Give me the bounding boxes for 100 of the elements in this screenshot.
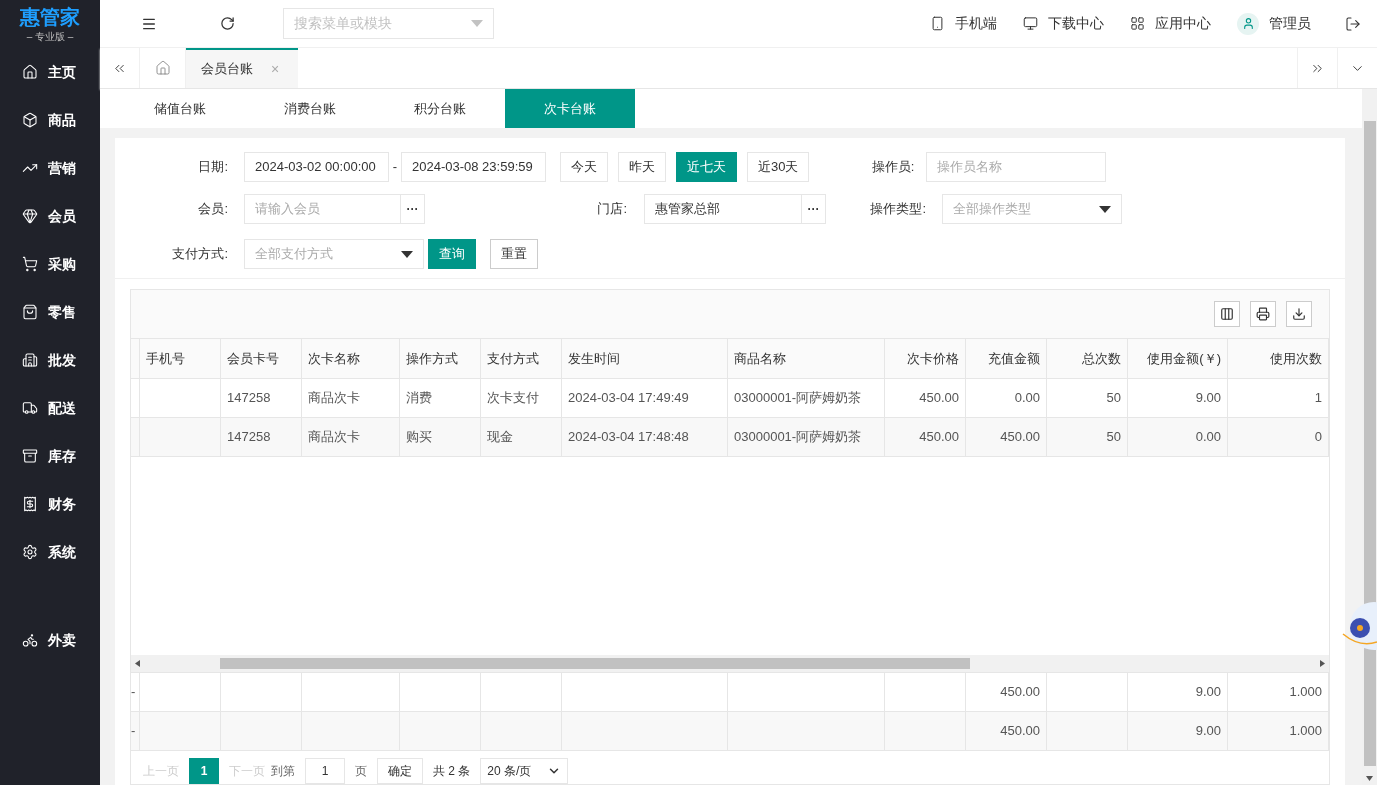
table-cell: 商品次卡 [302,379,400,417]
table-cell: 购买 [400,418,481,456]
more-button[interactable]: ··· [801,195,825,223]
sidebar-item[interactable]: 配送 [0,384,100,432]
sidebar-item[interactable]: 批发 [0,336,100,384]
table-cell: 147258 [221,379,302,417]
sidebar-item[interactable]: 营销 [0,144,100,192]
page-unit-label: 页 [355,763,367,780]
member-field[interactable]: 请输入会员 ··· [244,194,425,224]
grid-icon [1130,16,1145,31]
sub-tab[interactable]: 消费台账 [245,89,375,128]
confirm-button[interactable]: 确定 [377,758,423,784]
page-size-select[interactable]: 20 条/页 [480,758,569,784]
page-input[interactable]: 1 [305,758,345,784]
table-cell: 0.00 [966,379,1047,417]
column-header: 次卡价格 [885,339,966,378]
user-icon [1237,12,1259,35]
range-separator: - [391,158,399,177]
table-cell: 次卡支付 [481,379,562,417]
quick-range-button[interactable]: 近30天 [747,152,810,182]
quick-range-button[interactable]: 近七天 [676,152,737,182]
monitor-icon [1023,16,1038,31]
table-cell: - [131,712,140,750]
table-cell: 03000001-阿萨姆奶茶 [728,418,885,456]
header-link[interactable]: 手机端 [930,13,997,34]
start-date-field[interactable]: 2024-03-02 00:00:00 [244,152,389,182]
field-label: 会员: [197,200,228,219]
column-header: 商品名称 [728,339,885,378]
gem-icon [22,208,38,224]
bike-icon [22,632,38,648]
column-header: 会员卡号 [221,339,302,378]
table-cell: 03000001-阿萨姆奶茶 [728,379,885,417]
column-header: 支付方式 [481,339,562,378]
print-icon [1256,307,1270,321]
home-icon [22,64,38,80]
archive-icon [22,448,38,464]
toolbar-button[interactable] [1214,301,1240,327]
field-label: 操作员: [870,158,915,177]
sidebar-item[interactable]: 采购 [0,240,100,288]
refresh-icon[interactable] [220,16,235,31]
column-header: 次卡名称 [302,339,400,378]
settings-icon [22,544,38,560]
sidebar-item[interactable]: 主页 [0,48,100,96]
table-cell: 消费 [400,379,481,417]
more-button[interactable]: ··· [400,195,424,223]
search-button[interactable]: 查询 [428,239,476,269]
building-icon [22,352,38,368]
header-link[interactable]: 管理员 [1237,12,1311,35]
table-cell: 9.00 [1128,379,1228,417]
scroll-down-arrow-icon[interactable] [1366,776,1373,781]
page-tab[interactable]: 会员台账 × [186,48,298,88]
sidebar-item[interactable]: 财务 [0,480,100,528]
logo: 惠管家 [20,6,80,27]
header-link[interactable]: 下载中心 [1023,13,1104,34]
table-cell: 现金 [481,418,562,456]
table-cell: 1 [1228,379,1329,417]
field-label: 日期: [197,158,228,177]
table-cell: 2024-03-04 17:48:48 [562,418,728,456]
sidebar-item[interactable]: 系统 [0,528,100,576]
end-date-field[interactable]: 2024-03-08 23:59:59 [401,152,546,182]
phone-icon [930,16,945,31]
table-cell: 450.00 [966,712,1047,750]
sidebar-item[interactable]: 商品 [0,96,100,144]
reset-button[interactable]: 重置 [490,239,538,269]
table-cell: 450.00 [885,418,966,456]
column-header: 手机号 [140,339,221,378]
field-label: 支付方式: [171,245,228,264]
sidebar-item[interactable]: 会员 [0,192,100,240]
edition-label: – 专业版 – [26,31,74,42]
column-header: 使用次数 [1228,339,1329,378]
horizontal-scrollbar[interactable] [131,655,1329,672]
page-number[interactable]: 1 [189,758,219,784]
column-header: 操作方式 [400,339,481,378]
sub-tab[interactable]: 积分台账 [375,89,505,128]
truck-icon [22,400,38,416]
store-field[interactable]: 惠管家总部 ··· [644,194,826,224]
table-cell: 商品次卡 [302,418,400,456]
toolbar-button[interactable] [1286,301,1312,327]
sidebar-item[interactable]: 外卖 [0,616,100,664]
receipt-icon [22,496,38,512]
table-cell: 450.00 [885,379,966,417]
scroll-right-arrow-icon[interactable] [1320,660,1325,667]
header-link[interactable]: 应用中心 [1130,13,1211,34]
quick-range-button[interactable]: 昨天 [618,152,666,182]
table-cell: 50 [1047,379,1128,417]
sidebar-item[interactable]: 库存 [0,432,100,480]
logout-icon[interactable] [1345,15,1361,32]
cart-icon [22,256,38,272]
field-label: 操作类型: [869,200,926,219]
table-cell: 9.00 [1128,712,1228,750]
sidebar-item[interactable]: 零售 [0,288,100,336]
sub-tab[interactable]: 储值台账 [115,89,245,128]
column-header: 发生时间 [562,339,728,378]
toolbar-button[interactable] [1250,301,1276,327]
sub-tab[interactable]: 次卡台账 [505,89,635,128]
table-cell: 450.00 [966,418,1047,456]
goto-label: 到第 [271,763,295,780]
table-cell: 2024-03-04 17:49:49 [562,379,728,417]
quick-range-button[interactable]: 今天 [560,152,608,182]
scroll-left-arrow-icon[interactable] [135,660,140,667]
